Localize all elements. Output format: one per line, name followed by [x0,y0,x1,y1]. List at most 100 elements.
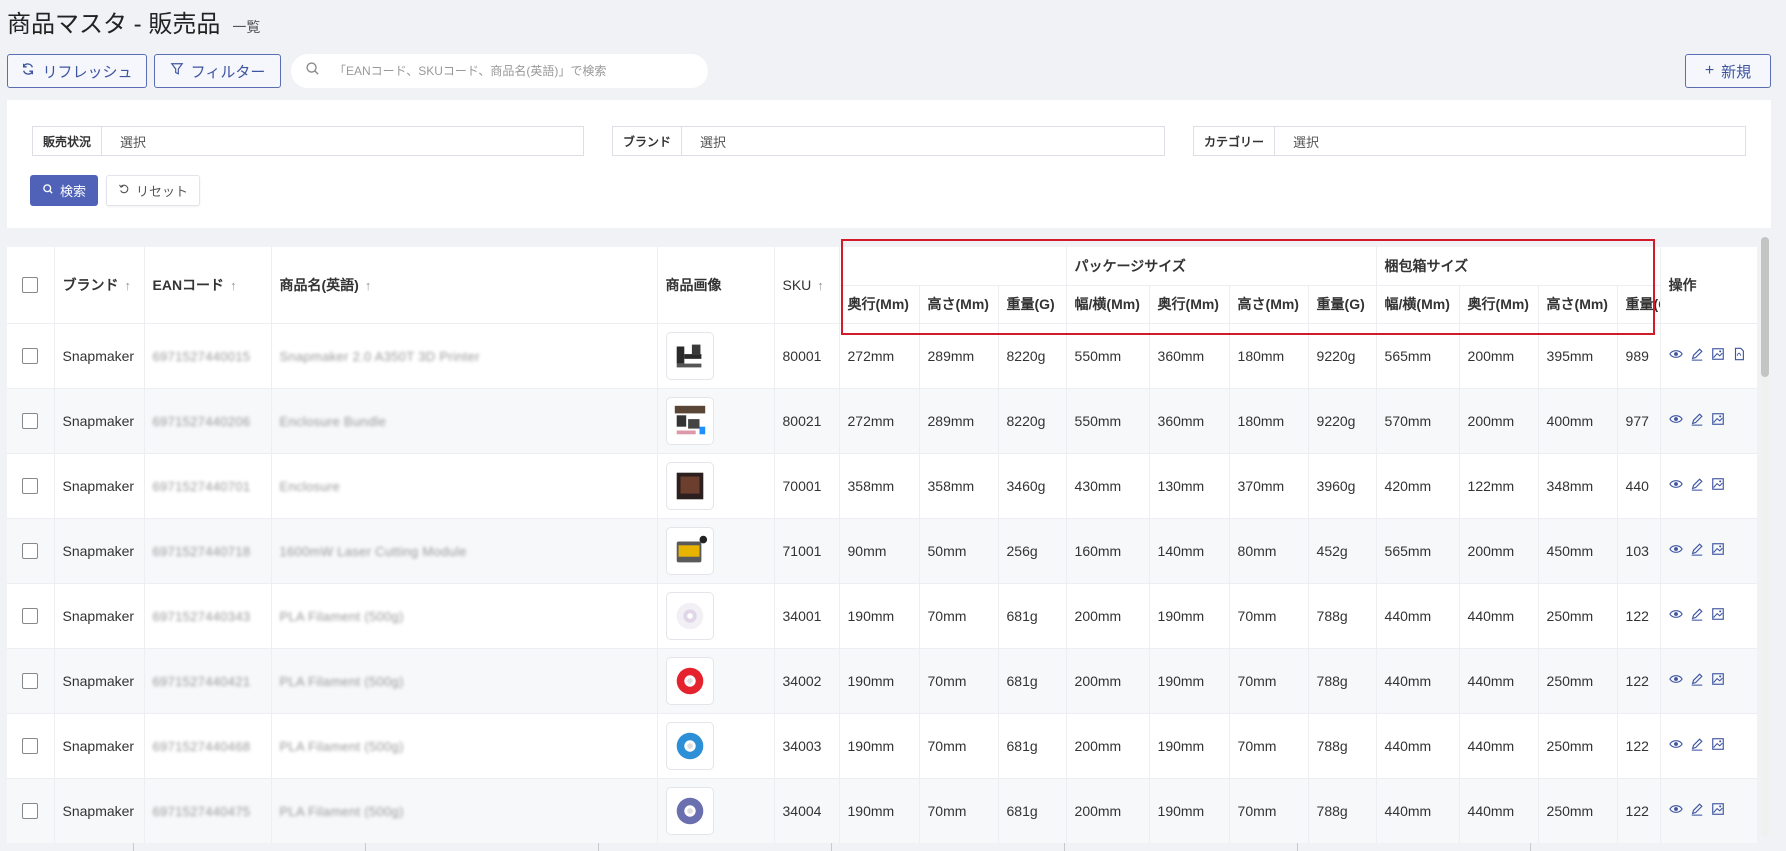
sort-icon[interactable]: ↑ [365,278,372,293]
edit-icon[interactable] [1690,347,1704,364]
row-checkbox[interactable] [22,803,39,820]
scrollbar-thumb[interactable] [1761,237,1769,377]
search-input[interactable] [334,64,694,78]
status-filter[interactable]: 販売状況 選択 [32,126,584,156]
product-thumbnail[interactable] [665,656,714,705]
table-row[interactable]: Snapmaker 6971527440468 PLA Filament (500g… [7,713,1757,779]
view-icon[interactable] [1668,412,1683,429]
table-row[interactable]: Snapmaker 6971527440701 Enclosure 70001 358m… [7,453,1757,519]
row-checkbox-cell[interactable] [7,648,55,714]
brand-filter-select[interactable]: 選択 [682,127,726,155]
search-button[interactable]: 検索 [30,175,98,206]
edit-icon[interactable] [1690,672,1704,689]
brand-filter[interactable]: ブランド 選択 [612,126,1165,156]
image-icon[interactable] [1711,607,1725,624]
cell-image[interactable] [657,453,775,519]
table-row[interactable]: Snapmaker 6971527440421 PLA Filament (500g… [7,648,1757,714]
edit-icon[interactable] [1690,802,1704,819]
category-filter[interactable]: カテゴリー 選択 [1193,126,1746,156]
product-thumbnail[interactable] [665,721,714,770]
category-filter-select[interactable]: 選択 [1275,127,1319,155]
edit-icon[interactable] [1690,542,1704,559]
cell-image[interactable] [657,648,775,714]
sort-icon[interactable]: ↑ [817,278,824,293]
view-icon[interactable] [1668,802,1683,819]
image-icon[interactable] [1711,477,1725,494]
row-checkbox-cell[interactable] [7,778,55,843]
reset-button[interactable]: リセット [106,175,200,206]
filter-button[interactable]: フィルター [154,54,281,88]
row-checkbox-cell[interactable] [7,583,55,649]
view-icon[interactable] [1668,477,1683,494]
view-icon[interactable] [1668,672,1683,689]
table-row[interactable]: Snapmaker 6971527440475 PLA Filament (500g… [7,778,1757,843]
row-checkbox-cell[interactable] [7,518,55,584]
cell-image[interactable] [657,583,775,649]
table-row[interactable]: Snapmaker 6971527440343 PLA Filament (500g… [7,583,1757,649]
edit-icon[interactable] [1690,477,1704,494]
image-icon[interactable] [1711,542,1725,559]
image-icon[interactable] [1711,347,1725,364]
product-thumbnail[interactable] [665,786,714,835]
view-icon[interactable] [1668,737,1683,754]
column-brand[interactable]: ブランド ↑ [54,247,145,324]
cell-carton-weight: 122 [1617,648,1661,714]
new-button[interactable]: + 新規 [1685,54,1771,88]
sort-icon[interactable]: ↑ [125,278,132,293]
row-checkbox-cell[interactable] [7,388,55,454]
row-checkbox[interactable] [22,673,39,690]
edit-icon[interactable] [1690,737,1704,754]
cell-image[interactable] [657,518,775,584]
view-icon[interactable] [1668,607,1683,624]
status-filter-select[interactable]: 選択 [102,127,146,155]
column-name[interactable]: 商品名(英語) ↑ [271,247,658,324]
vertical-scrollbar[interactable] [1761,237,1769,837]
cell-image[interactable] [657,778,775,843]
column-ean[interactable]: EANコード ↑ [144,247,272,324]
sort-icon[interactable]: ↑ [230,278,237,293]
cell-carton-height: 250mm [1538,583,1618,649]
cell-product-weight: 8220g [998,388,1067,454]
table-row[interactable]: Snapmaker 6971527440015 Snapmaker 2.0 A350… [7,323,1757,389]
cell-image[interactable] [657,388,775,454]
pdf-icon[interactable] [1732,347,1746,364]
select-all-checkbox-cell[interactable] [7,247,55,324]
cell-carton-depth: 440mm [1459,583,1539,649]
row-checkbox[interactable] [22,348,39,365]
row-checkbox[interactable] [22,478,39,495]
edit-icon[interactable] [1690,412,1704,429]
cell-image[interactable] [657,323,775,389]
cell-name: PLA Filament (500g) [271,778,658,843]
refresh-button[interactable]: リフレッシュ [7,54,147,88]
product-thumbnail[interactable] [665,461,714,510]
product-thumbnail[interactable] [665,591,714,640]
edit-icon[interactable] [1690,607,1704,624]
plus-icon: + [1704,62,1715,79]
product-thumbnail[interactable] [665,331,714,380]
cell-image[interactable] [657,713,775,779]
horizontal-scroll-track[interactable] [7,843,1757,851]
row-checkbox-cell[interactable] [7,713,55,779]
cell-package-weight: 3960g [1308,453,1377,519]
row-checkbox[interactable] [22,608,39,625]
search-box[interactable] [291,54,708,88]
row-checkbox-cell[interactable] [7,453,55,519]
row-checkbox-cell[interactable] [7,323,55,389]
product-thumbnail[interactable] [665,396,714,445]
select-all-checkbox[interactable] [22,277,39,294]
column-sku[interactable]: SKU ↑ [774,247,840,324]
image-icon[interactable] [1711,737,1725,754]
image-icon[interactable] [1711,802,1725,819]
cell-product-height: 70mm [919,713,999,779]
image-icon[interactable] [1711,672,1725,689]
table-row[interactable]: Snapmaker 6971527440206 Enclosure Bundle 80… [7,388,1757,454]
view-icon[interactable] [1668,347,1683,364]
row-checkbox[interactable] [22,543,39,560]
row-checkbox[interactable] [22,738,39,755]
view-icon[interactable] [1668,542,1683,559]
cell-carton-weight: 122 [1617,778,1661,843]
product-thumbnail[interactable] [665,526,714,575]
image-icon[interactable] [1711,412,1725,429]
table-row[interactable]: Snapmaker 6971527440718 1600mW Laser Cutti… [7,518,1757,584]
row-checkbox[interactable] [22,413,39,430]
